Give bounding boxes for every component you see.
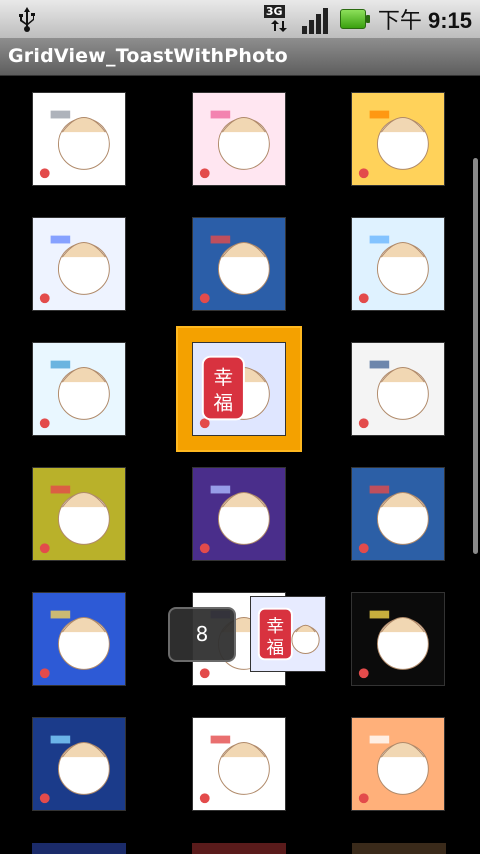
grid-item-3[interactable]	[351, 92, 445, 186]
grid-item-partial-3[interactable]	[352, 843, 446, 854]
network-type: 3G	[263, 5, 285, 18]
grid-item-4[interactable]	[32, 217, 126, 311]
status-time: 下午 9:15	[378, 3, 472, 35]
grid-item-5[interactable]	[192, 217, 286, 311]
network-3g-icon: 3G	[263, 4, 294, 34]
time-value: 9:15	[427, 8, 472, 33]
grid-item-partial-2[interactable]	[192, 843, 286, 854]
grid-item-8[interactable]: 幸福	[192, 342, 286, 436]
grid-item-11[interactable]	[192, 467, 286, 561]
time-prefix: 下午	[377, 8, 422, 33]
svg-text:幸: 幸	[214, 366, 234, 389]
toast-text: 8	[195, 622, 209, 646]
svg-text:福: 福	[214, 392, 234, 415]
grid-item-13[interactable]	[32, 592, 126, 686]
status-bar: 3G 下午 9:15	[0, 0, 480, 38]
grid-item-2[interactable]	[192, 92, 286, 186]
svg-text:幸: 幸	[267, 617, 285, 637]
toast-message: 8	[168, 607, 236, 662]
scrollbar[interactable]	[473, 158, 478, 554]
grid-item-16[interactable]	[32, 717, 126, 811]
grid-item-9[interactable]	[351, 342, 445, 436]
battery-icon	[339, 9, 370, 29]
grid-item-12[interactable]	[351, 467, 445, 561]
grid-item-7[interactable]	[32, 342, 126, 436]
app-title: GridView_ToastWithPhoto	[8, 45, 288, 67]
grid-item-partial-1[interactable]	[32, 843, 126, 854]
grid-item-10[interactable]	[32, 467, 126, 561]
svg-text:福: 福	[267, 638, 285, 658]
photo-grid[interactable]: 幸福	[0, 76, 480, 854]
grid-item-1[interactable]	[32, 92, 126, 186]
usb-icon	[12, 5, 42, 33]
title-bar: GridView_ToastWithPhoto	[0, 38, 480, 76]
grid-item-18[interactable]	[351, 717, 445, 811]
grid-item-6[interactable]	[351, 217, 445, 311]
signal-strength-icon	[301, 4, 332, 34]
toast-photo: 幸 福	[250, 596, 326, 672]
grid-item-17[interactable]	[192, 717, 286, 811]
grid-item-15[interactable]	[351, 592, 445, 686]
